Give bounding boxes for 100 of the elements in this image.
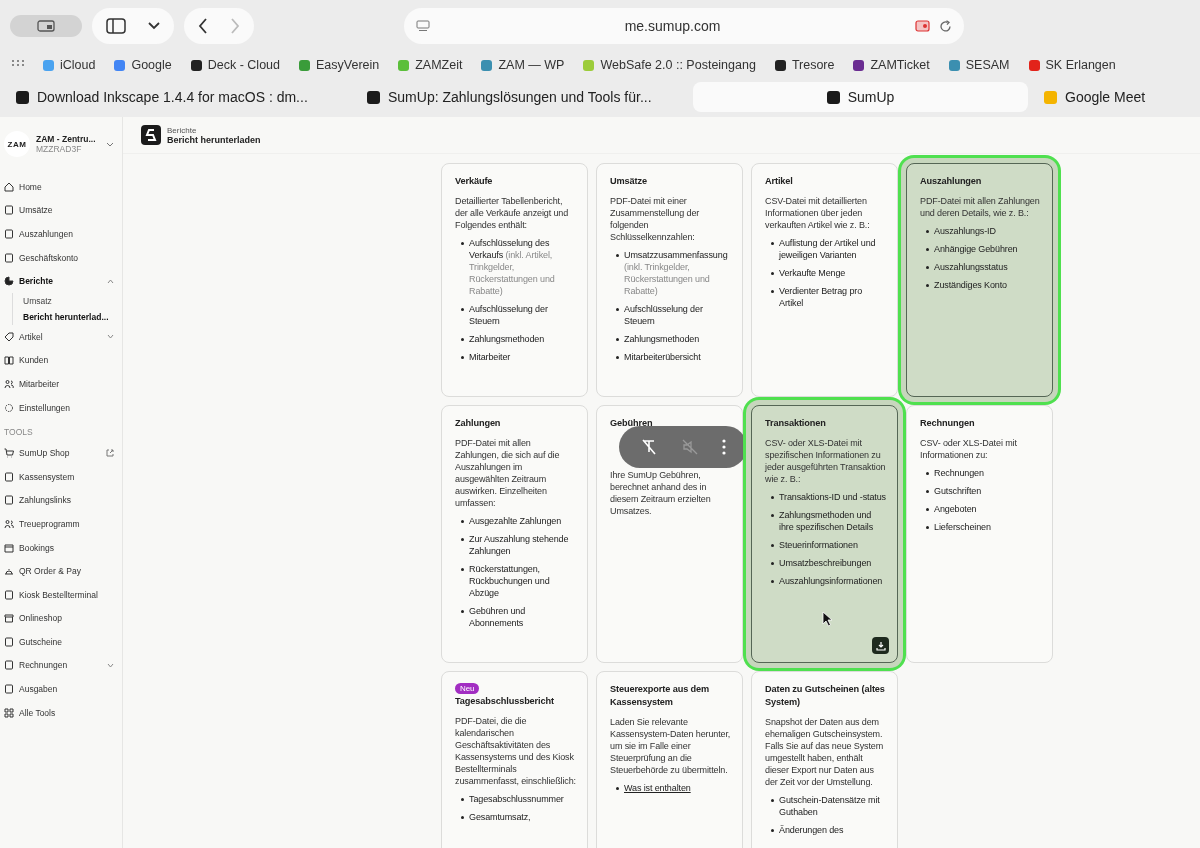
document-icon bbox=[4, 471, 14, 482]
nav-item[interactable]: Berichte bbox=[4, 269, 122, 293]
bookmark[interactable]: Tresore bbox=[774, 58, 835, 72]
page-title: Bericht herunterladen bbox=[167, 134, 261, 145]
browser-tab[interactable]: Download Inkscape 1.4.4 for macOS : dm... bbox=[6, 82, 351, 112]
card-title: Steuerexporte aus dem Kassensystem bbox=[610, 683, 711, 709]
card-description: PDF-Datei mit allen Zahlungen und deren Details, wie z. B.: bbox=[920, 195, 1041, 219]
report-card[interactable]: Gebühren Ihre SumUp Gebühren, berechnet anhand des in diesem Zeitraum erzielten Umsatzes. bbox=[596, 405, 743, 663]
bookmark[interactable]: SK Erlangen bbox=[1028, 58, 1116, 72]
account-switcher[interactable]: ZAM ZAM - Zentru... MZZRAD3F bbox=[4, 131, 122, 157]
address-bar[interactable]: me.sumup.com bbox=[404, 8, 964, 44]
list-item: Gutschriften bbox=[934, 485, 982, 497]
list-item: Lieferscheinen bbox=[934, 521, 991, 533]
nav-item[interactable]: Ausgaben bbox=[4, 677, 122, 701]
house-icon bbox=[4, 181, 14, 192]
browser-tab[interactable]: Google Meet bbox=[1034, 82, 1174, 112]
report-card[interactable]: Steuerexporte aus dem Kassensystem Laden Sie relevante Kassensystem-Daten herunter, um sie im Falle einer Steuerprüfung an die Steuerbehörde zu übermitteln. Was ist enthalten bbox=[596, 671, 743, 848]
nav-item[interactable]: Umsätze bbox=[4, 198, 122, 223]
nav-item[interactable]: Zahlungslinks bbox=[4, 488, 122, 513]
list-item: Gebühren und Abonnements bbox=[469, 605, 527, 629]
nav-item[interactable]: Einstellungen bbox=[4, 395, 122, 420]
list-item: Steuerinformationen bbox=[779, 539, 858, 551]
nav-item[interactable]: Onlineshop bbox=[4, 606, 122, 631]
nav-subitem[interactable]: Bericht herunterlad... bbox=[23, 308, 122, 325]
bookmark[interactable]: SESAM bbox=[948, 58, 1010, 72]
reload-icon[interactable] bbox=[939, 19, 952, 33]
tag-icon bbox=[4, 331, 14, 342]
bookmark[interactable]: ZAM — WP bbox=[481, 58, 565, 72]
list-item: Umsatzzusammenfassung (inkl. Trinkgelder, Rückerstattungen und Rabatte) bbox=[624, 249, 729, 297]
card-title: Rechnungen bbox=[920, 417, 975, 430]
nav-item[interactable]: Kunden bbox=[4, 348, 122, 373]
sidebar-icon[interactable] bbox=[106, 18, 126, 34]
nav-item[interactable]: Artikel bbox=[4, 324, 122, 349]
download-button[interactable] bbox=[872, 637, 889, 654]
nav-item[interactable]: QR Order & Pay bbox=[4, 559, 122, 583]
bookmark[interactable]: EasyVerein bbox=[299, 58, 380, 72]
app-logo-icon bbox=[141, 125, 161, 145]
nav-item[interactable]: Kiosk Bestellterminal bbox=[4, 582, 122, 607]
pie-chart-icon bbox=[4, 276, 14, 287]
nav-item[interactable]: Gutscheine bbox=[4, 630, 122, 654]
chevron-down-icon[interactable] bbox=[148, 22, 160, 30]
card-title: Zahlungen bbox=[455, 417, 501, 430]
nav-item[interactable]: Rechnungen bbox=[4, 653, 122, 678]
document-icon bbox=[4, 660, 14, 671]
nav-item[interactable]: Alle Tools bbox=[4, 700, 122, 725]
breadcrumb[interactable]: Berichte bbox=[167, 125, 261, 135]
bookmark[interactable]: WebSafe 2.0 :: Posteingang bbox=[583, 58, 756, 72]
card-description: Ihre SumUp Gebühren, berechnet anhand des in diesem Zeitraum erzielten Umsatzes. bbox=[610, 469, 712, 517]
list-item: Tagesabschlussnummer bbox=[469, 793, 564, 805]
report-card[interactable]: Artikel CSV-Datei mit detaillierten Informationen über jeden verkauften Artikel wie z. B.: Auflistung der Artikel und jeweiligen Varianten Verkaufte Menge Verdienter Betrag pro Artikel bbox=[751, 163, 898, 397]
back-icon[interactable] bbox=[198, 18, 208, 34]
card-title: Verkäufe bbox=[455, 175, 493, 188]
report-card[interactable]: Rechnungen CSV- oder XLS-Datei mit Informationen zu: Rechnungen Gutschriften Angeboten Lieferscheinen bbox=[906, 405, 1053, 663]
document-icon bbox=[4, 252, 14, 263]
bookmark[interactable]: ZAMZeit bbox=[398, 58, 463, 72]
document-icon bbox=[4, 684, 14, 695]
nav-item[interactable]: Auszahlungen bbox=[4, 222, 122, 246]
bookmark[interactable]: ZAMTicket bbox=[853, 58, 930, 72]
bell-icon bbox=[4, 566, 14, 577]
list-item: Auflistung der Artikel und jeweiligen Varianten bbox=[779, 237, 877, 261]
report-card[interactable]: Neu Tagesabschlussbericht PDF-Datei, die die kalendarischen Geschäftsaktivitäten des Kassensystems und des Kiosk Bestellterminals zusammenfasst, einschließlich: Tagesabschlussnummer Gesamtumsatz, bbox=[441, 671, 588, 848]
people-icon bbox=[4, 378, 14, 389]
sidebar-toggle-button[interactable] bbox=[10, 15, 82, 37]
list-item: Aufschlüsselung des Verkaufs (inkl. Artikel, Trinkgelder, Rückerstattungen und Rabatte) bbox=[469, 237, 556, 297]
nav-item[interactable]: Kassensystem bbox=[4, 464, 122, 489]
document-icon bbox=[4, 205, 14, 216]
browser-tab[interactable]: SumUp: Zahlungslösungen und Tools für... bbox=[357, 82, 687, 112]
nav-item[interactable]: Treueprogramm bbox=[4, 512, 122, 536]
list-item: Verdienter Betrag pro Artikel bbox=[779, 285, 864, 309]
list-item: Mitarbeiter bbox=[469, 351, 511, 363]
bookmark[interactable]: Google bbox=[114, 58, 172, 72]
list-item: Umsatzbeschreibungen bbox=[779, 557, 872, 569]
list-item: Zahlungsmethoden und ihre spezifischen Details bbox=[779, 509, 875, 533]
card-description: PDF-Datei mit allen Zahlungen, die sich auf die Auszahlungen im ausgewählten Zeitraum auswirken. Einzelheiten umfassen: bbox=[455, 437, 561, 509]
card-description: CSV- oder XLS-Datei mit spezifischen Informationen zu jeder ausgeführten Transaktion wie z. B.: bbox=[765, 437, 886, 485]
nav-item[interactable]: SumUp Shop bbox=[4, 441, 122, 465]
nav-item[interactable]: Home bbox=[4, 175, 122, 199]
bookmark[interactable]: Deck - Cloud bbox=[190, 58, 280, 72]
favicon-icon bbox=[826, 90, 840, 104]
list-item: Mitarbeiterübersicht bbox=[624, 351, 701, 363]
card-icon[interactable] bbox=[915, 20, 931, 32]
card-description: CSV-Datei mit detaillierten Informationen über jeden verkauften Artikel wie z. B.: bbox=[765, 195, 871, 231]
calendar-icon bbox=[4, 542, 14, 553]
list-item: Zuständiges Konto bbox=[934, 279, 1007, 291]
nav-item[interactable]: Bookings bbox=[4, 535, 122, 560]
browser-tab[interactable]: SumUp bbox=[693, 82, 1028, 112]
card-title: Tagesabschlussbericht bbox=[455, 695, 554, 708]
info-link[interactable]: Was ist enthalten bbox=[624, 782, 691, 794]
list-item: Auszahlungs-ID bbox=[934, 225, 996, 237]
card-description: PDF-Datei mit einer Zusammenstellung der folgenden Schlüsselkennzahlen: bbox=[610, 195, 701, 243]
list-item: Aufschlüsselung der Steuern bbox=[624, 303, 704, 327]
pin-slash-icon[interactable] bbox=[640, 438, 659, 456]
list-item: Anhängige Gebühren bbox=[934, 243, 1018, 255]
nav-item[interactable]: Mitarbeiter bbox=[4, 372, 122, 396]
nav-item[interactable]: Geschäftskonto bbox=[4, 245, 122, 270]
bookmark[interactable]: iCloud bbox=[43, 58, 96, 72]
grid-icon bbox=[4, 707, 14, 718]
nav-subitem[interactable]: Umsatz bbox=[23, 292, 122, 309]
list-item: Aufschlüsselung der Steuern bbox=[469, 303, 549, 327]
more-icon[interactable] bbox=[721, 439, 726, 455]
